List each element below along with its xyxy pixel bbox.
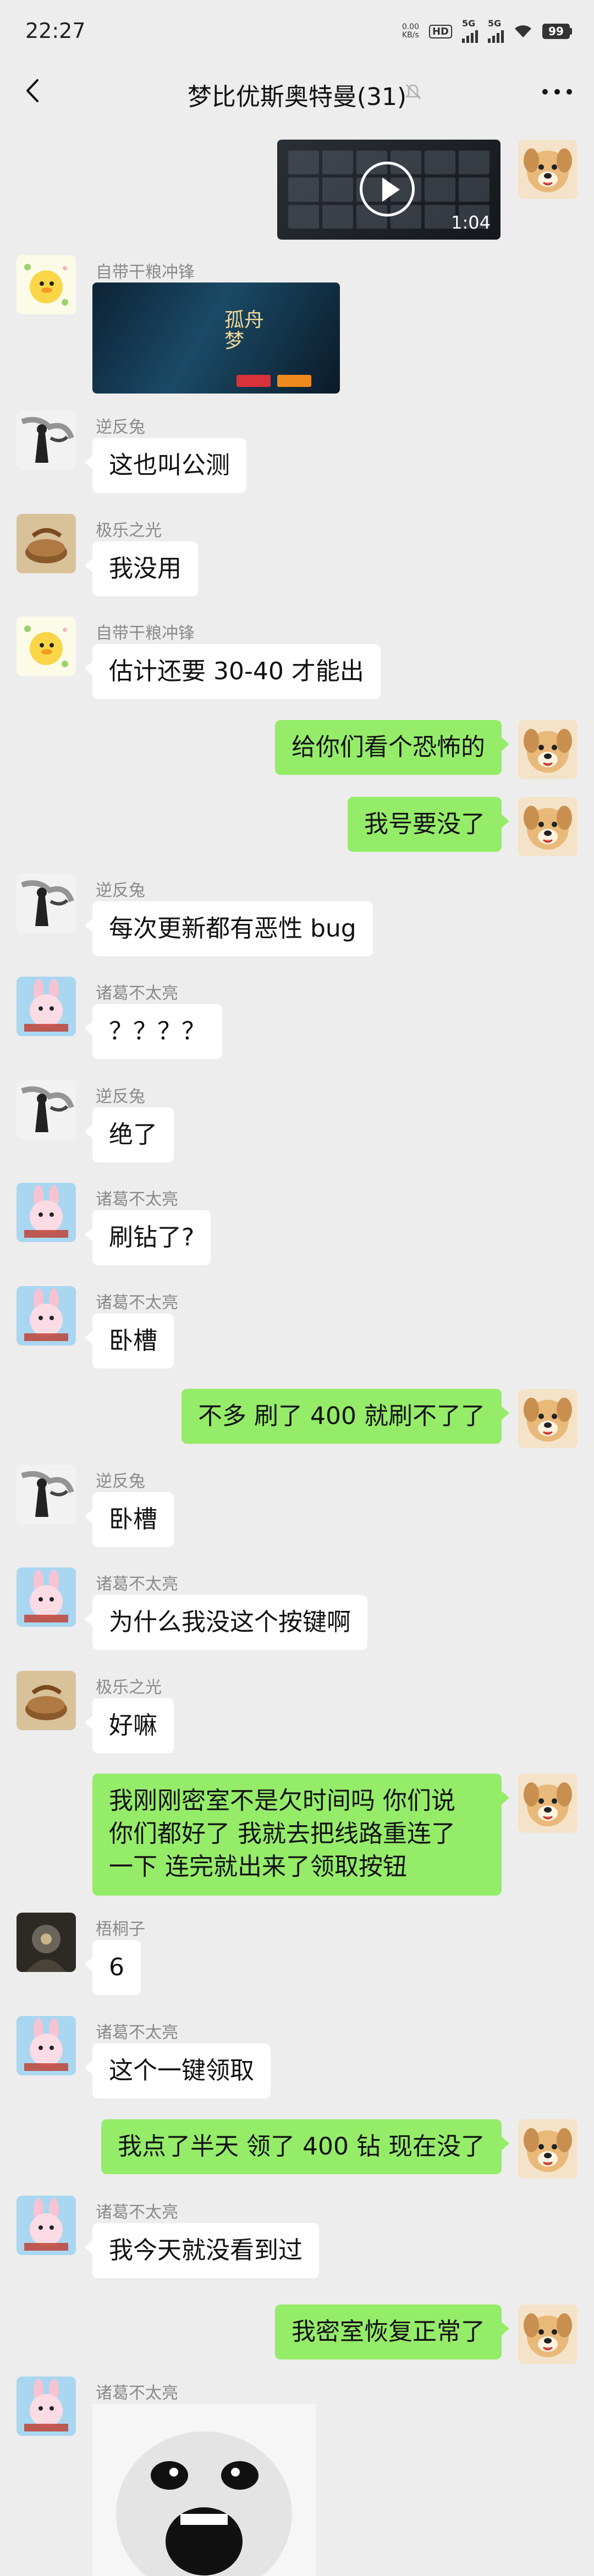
avatar-jilezhiguang[interactable] bbox=[16, 1671, 76, 1730]
play-icon[interactable] bbox=[360, 162, 415, 217]
message-bubble[interactable]: 我今天就没看到过 bbox=[85, 2223, 319, 2278]
sender-name: 逆反兔 bbox=[96, 881, 145, 900]
image-message-meme[interactable] bbox=[92, 2404, 316, 2576]
avatar-self[interactable] bbox=[518, 2119, 578, 2179]
status-bar: 22:27 0.00 KB/s HD 5G 5G 99 bbox=[0, 0, 594, 60]
avatar-jilezhiguang[interactable] bbox=[16, 514, 76, 573]
message-bubble[interactable]: 6 bbox=[85, 1940, 141, 1995]
avatar-zhugebutailiang[interactable] bbox=[16, 1286, 76, 1345]
avatar-zhugebutailiang[interactable] bbox=[16, 2016, 76, 2075]
message-bubble[interactable]: 这也叫公测 bbox=[85, 438, 246, 493]
sender-name: 逆反兔 bbox=[96, 418, 145, 437]
video-message[interactable]: 1:04 bbox=[277, 140, 501, 240]
signal-sim2: 5G bbox=[488, 18, 504, 43]
mute-bell-icon bbox=[405, 84, 421, 99]
message-bubble[interactable]: 好嘛 bbox=[85, 1698, 174, 1753]
avatar-zidaiganliang[interactable] bbox=[16, 617, 76, 676]
sender-name: 逆反兔 bbox=[96, 1087, 145, 1106]
avatar-self[interactable] bbox=[518, 1774, 578, 1833]
message-bubble[interactable]: 刷钻了? bbox=[84, 1210, 211, 1265]
sim2-label: 5G bbox=[488, 18, 502, 29]
avatar-self[interactable] bbox=[518, 140, 578, 199]
sender-name: 自带干粮冲锋 bbox=[96, 263, 195, 282]
signal-sim1: 5G bbox=[462, 18, 478, 43]
avatar-zhugebutailiang[interactable] bbox=[16, 2196, 76, 2255]
avatar-self[interactable] bbox=[518, 2304, 578, 2364]
message-bubble-self[interactable]: 我密室恢复正常了 bbox=[275, 2304, 509, 2359]
more-options-icon[interactable] bbox=[542, 89, 572, 95]
avatar-self[interactable] bbox=[518, 797, 578, 856]
sender-name: 诸葛不太亮 bbox=[96, 984, 178, 1003]
sender-name: 逆反兔 bbox=[96, 1472, 145, 1491]
meme-face-icon bbox=[116, 2431, 292, 2576]
battery-icon: 99 bbox=[542, 24, 572, 39]
wifi-icon bbox=[515, 25, 531, 37]
avatar-nifantu[interactable] bbox=[16, 1080, 76, 1139]
battery-level: 99 bbox=[542, 24, 570, 39]
avatar-nifantu[interactable] bbox=[16, 874, 76, 933]
sender-name: 自带干粮冲锋 bbox=[96, 624, 195, 643]
avatar-zhugebutailiang[interactable] bbox=[16, 977, 76, 1036]
net-speed-unit: KB/s bbox=[402, 31, 419, 40]
hd-badge: HD bbox=[428, 24, 452, 38]
avatar-zhugebutailiang[interactable] bbox=[16, 2376, 76, 2436]
video-duration: 1:04 bbox=[451, 212, 491, 233]
sender-name: 诸葛不太亮 bbox=[96, 2203, 178, 2222]
avatar-nifantu[interactable] bbox=[16, 1465, 76, 1524]
sim1-label: 5G bbox=[462, 18, 476, 29]
message-bubble[interactable]: ？？？？ bbox=[85, 1004, 222, 1059]
message-bubble[interactable]: 为什么我没这个按键啊 bbox=[85, 1595, 367, 1650]
avatar-zhugebutailiang[interactable] bbox=[16, 1567, 76, 1627]
game-title-text: 孤舟 梦 bbox=[224, 309, 265, 352]
avatar-zhugebutailiang[interactable] bbox=[16, 1183, 76, 1242]
message-bubble-self[interactable]: 给你们看个恐怖的 bbox=[275, 720, 509, 775]
sender-name: 诸葛不太亮 bbox=[96, 1293, 178, 1312]
chat-header: 梦比优斯奥特曼(31) bbox=[0, 60, 594, 121]
message-bubble-self[interactable]: 我刚刚密室不是欠时间吗 你们说 你们都好了 我就去把线路重连了 一下 连完就出来… bbox=[92, 1774, 509, 1896]
avatar-self[interactable] bbox=[518, 1389, 578, 1448]
message-bubble[interactable]: 每次更新都有恶性 bug bbox=[85, 901, 373, 956]
message-bubble[interactable]: 卧槽 bbox=[85, 1314, 174, 1369]
avatar-wutongzi[interactable] bbox=[16, 1913, 76, 1972]
avatar-self[interactable] bbox=[518, 720, 578, 779]
signal-icon bbox=[462, 27, 478, 43]
sender-name: 诸葛不太亮 bbox=[96, 2023, 178, 2042]
message-bubble[interactable]: 卧槽 bbox=[85, 1492, 174, 1547]
message-bubble-self[interactable]: 我号要没了 bbox=[348, 797, 509, 852]
sender-name: 梧桐子 bbox=[96, 1920, 145, 1939]
system-icons: 0.00 KB/s HD 5G 5G 99 bbox=[402, 18, 572, 43]
message-bubble[interactable]: 估计还要 30-40 才能出 bbox=[85, 644, 381, 699]
sender-name: 极乐之光 bbox=[96, 521, 162, 540]
image-message-game-screenshot[interactable]: 孤舟 梦 bbox=[92, 282, 340, 394]
sender-name: 诸葛不太亮 bbox=[96, 1190, 178, 1209]
message-bubble[interactable]: 这个一键领取 bbox=[85, 2043, 271, 2098]
net-speed-value: 0.00 bbox=[402, 23, 419, 31]
message-bubble[interactable]: 我没用 bbox=[85, 541, 198, 596]
message-bubble-self[interactable]: 我点了半天 领了 400 钻 现在没了 bbox=[101, 2119, 509, 2174]
status-time: 22:27 bbox=[25, 19, 86, 43]
sender-name: 诸葛不太亮 bbox=[96, 1575, 178, 1594]
avatar-zidaiganliang[interactable] bbox=[16, 255, 76, 314]
sender-name: 极乐之光 bbox=[96, 1678, 162, 1697]
avatar-nifantu[interactable] bbox=[16, 411, 76, 470]
signal-icon bbox=[488, 27, 504, 43]
chat-title: 梦比优斯奥特曼(31) bbox=[187, 83, 407, 111]
net-speed: 0.00 KB/s bbox=[402, 23, 419, 40]
sender-name: 诸葛不太亮 bbox=[96, 2384, 178, 2403]
message-bubble-self[interactable]: 不多 刷了 400 就刷不了了 bbox=[182, 1389, 509, 1444]
message-bubble[interactable]: 绝了 bbox=[85, 1107, 174, 1162]
